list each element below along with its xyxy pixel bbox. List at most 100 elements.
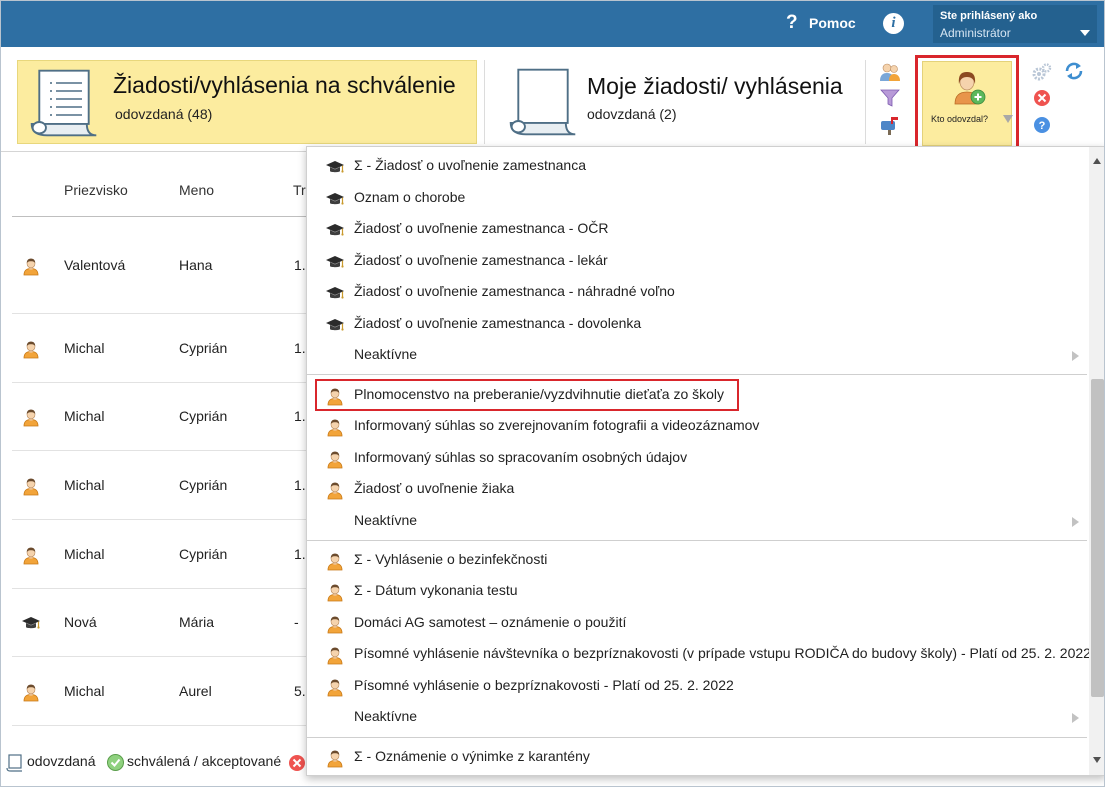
menu-item-label: Neaktívne — [354, 512, 418, 528]
tile-my-requests[interactable]: Moje žiadosti/ vyhlásenia odovzdaná (2) — [484, 60, 866, 144]
menu-separator — [307, 540, 1087, 541]
vertical-scrollbar[interactable] — [1089, 147, 1104, 775]
cell-surname: Michal — [64, 340, 105, 356]
menu-item-inactive-submenu[interactable]: Neaktívne — [307, 506, 1087, 537]
scroll-up-icon[interactable] — [1093, 158, 1101, 164]
table-row[interactable]: Michal Cyprián 1. — [12, 383, 312, 451]
chevron-down-icon — [1080, 30, 1090, 36]
chevron-right-icon — [1072, 713, 1079, 723]
menu-item-label: Žiadosť o uvoľnenie zamestnanca - OČR — [354, 220, 609, 236]
cell-name: Mária — [179, 614, 215, 630]
menu-item[interactable]: Σ - Dátum vykonania testu — [307, 576, 1087, 607]
settings-gears-icon[interactable] — [1032, 62, 1052, 82]
filter-icon[interactable] — [880, 88, 900, 108]
user-icon — [325, 614, 345, 634]
table-row[interactable]: Michal Aurel 5. — [12, 657, 312, 726]
menu-item[interactable]: Oznam o chorobe — [307, 183, 1087, 214]
menu-item-label: Informovaný súhlas so zverejnovaním foto… — [354, 417, 760, 433]
cell-name: Aurel — [179, 683, 212, 699]
graduation-cap-icon — [21, 613, 41, 633]
table-row[interactable]: Michal Cyprián 1. — [12, 520, 312, 589]
menu-item[interactable]: Písomné vyhlásenie o bezpríznakovosti - … — [307, 671, 1087, 702]
menu-item-inactive-submenu[interactable]: Neaktívne — [307, 702, 1087, 733]
column-header-surname[interactable]: Priezvisko — [64, 182, 128, 198]
user-icon — [325, 551, 345, 571]
logged-in-label: Ste prihlásený ako — [940, 10, 1038, 22]
column-header-class[interactable]: Tr — [293, 182, 306, 198]
menu-separator — [307, 374, 1087, 375]
menu-item[interactable]: Informovaný súhlas so zverejnovaním foto… — [307, 411, 1087, 442]
menu-item-label: Σ - Oznámenie o výnimke z karantény — [354, 748, 590, 764]
user-icon — [21, 339, 41, 359]
tile-count: odovzdaná (48) — [115, 106, 213, 122]
menu-item[interactable]: Informovaný súhlas so spracovaním osobný… — [307, 443, 1087, 474]
menu-item-label: Σ - Vyhlásenie o bezinfekčnosti — [354, 551, 548, 567]
document-scroll-icon — [26, 65, 102, 141]
user-icon — [21, 407, 41, 427]
kto-odovzdal-label: Kto odovzdal? — [931, 114, 989, 124]
table-row[interactable]: Nová Mária - — [12, 589, 312, 657]
help-circle-icon[interactable]: ? — [1033, 116, 1051, 134]
cell-class: 5. — [294, 683, 306, 699]
user-menu[interactable]: Ste prihlásený ako Administrátor — [933, 5, 1097, 43]
menu-item[interactable]: Σ - Žiadosť o uvoľnenie zamestnanca — [307, 151, 1087, 182]
legend-approved: schválená / akceptované — [127, 753, 282, 769]
menu-item[interactable]: Domáci AG samotest – oznámenie o použití — [307, 608, 1087, 639]
cell-name: Hana — [179, 257, 213, 273]
menu-item[interactable]: Žiadosť o uvoľnenie zamestnanca - OČR — [307, 214, 1087, 245]
chevron-right-icon — [1072, 517, 1079, 527]
menu-item-label: Informovaný súhlas so spracovaním osobný… — [354, 449, 688, 465]
graduation-cap-icon — [325, 220, 345, 240]
cell-name: Cyprián — [179, 408, 228, 424]
add-user-icon — [954, 72, 986, 105]
menu-item[interactable]: Žiadosť o uvoľnenie zamestnanca - náhrad… — [307, 277, 1087, 308]
table-row[interactable]: Valentová Hana 1. — [12, 217, 312, 314]
menu-item[interactable]: Žiadosť o uvoľnenie zamestnanca - dovole… — [307, 309, 1087, 340]
menu-item[interactable]: Žiadosť o uvoľnenie zamestnanca - lekár — [307, 246, 1087, 277]
tile-count: odovzdaná (2) — [587, 106, 677, 122]
user-icon — [325, 582, 345, 602]
help-icon[interactable]: ? — [786, 12, 798, 34]
info-icon[interactable]: i — [883, 13, 904, 34]
menu-item-label: Neaktívne — [354, 708, 418, 724]
cell-surname: Michal — [64, 477, 105, 493]
user-icon — [325, 645, 345, 665]
menu-item[interactable]: Písomné vyhlásenie návštevníka o bezpríz… — [307, 639, 1091, 670]
top-bar: ? Pomoc i Ste prihlásený ako Administrát… — [1, 1, 1104, 47]
app-window: ? Pomoc i Ste prihlásený ako Administrát… — [0, 0, 1105, 787]
user-icon — [21, 545, 41, 565]
menu-separator — [307, 737, 1087, 738]
scroll-down-icon[interactable] — [1093, 757, 1101, 763]
menu-item[interactable]: Σ - Vyhlásenie o bezinfekčnosti — [307, 545, 1087, 576]
help-link[interactable]: Pomoc — [809, 15, 856, 31]
table-row[interactable]: Michal Cyprián 1. — [12, 314, 312, 383]
cell-name: Cyprián — [179, 546, 228, 562]
graduation-cap-icon — [325, 252, 345, 272]
menu-item-inactive-submenu[interactable]: Neaktívne — [307, 340, 1087, 371]
mailbox-icon[interactable] — [879, 114, 901, 136]
kto-odovzdal-button[interactable]: Kto odovzdal? — [922, 61, 1013, 146]
graduation-cap-icon — [325, 315, 345, 335]
cell-name: Cyprián — [179, 340, 228, 356]
users-icon[interactable] — [879, 61, 901, 83]
tile-title: Žiadosti/vyhlásenia na schválenie — [113, 72, 456, 98]
graduation-cap-icon — [325, 189, 345, 209]
form-type-dropdown[interactable]: Σ - Žiadosť o uvoľnenie zamestnanca Oznam… — [306, 146, 1104, 776]
menu-item-label: Domáci AG samotest – oznámenie o použití — [354, 614, 627, 630]
menu-item-label: Žiadosť o uvoľnenie žiaka — [354, 480, 515, 496]
cell-class: - — [294, 614, 299, 630]
approved-status-icon — [107, 754, 124, 771]
close-icon[interactable] — [1033, 89, 1051, 107]
chevron-right-icon — [1072, 351, 1079, 361]
column-header-name[interactable]: Meno — [179, 182, 214, 198]
cell-name: Cyprián — [179, 477, 228, 493]
tile-approval-requests[interactable]: Žiadosti/vyhlásenia na schválenie odovzd… — [17, 60, 477, 144]
menu-item-label: Oznam o chorobe — [354, 189, 466, 205]
user-icon — [325, 449, 345, 469]
refresh-icon[interactable] — [1063, 60, 1085, 82]
menu-item[interactable]: Σ - Oznámenie o výnimke z karantény — [307, 742, 1087, 773]
table-row[interactable]: Michal Cyprián 1. — [12, 451, 312, 520]
menu-item[interactable]: Žiadosť o uvoľnenie žiaka — [307, 474, 1087, 505]
chevron-down-icon — [1003, 115, 1013, 123]
scrollbar-thumb[interactable] — [1091, 379, 1104, 697]
